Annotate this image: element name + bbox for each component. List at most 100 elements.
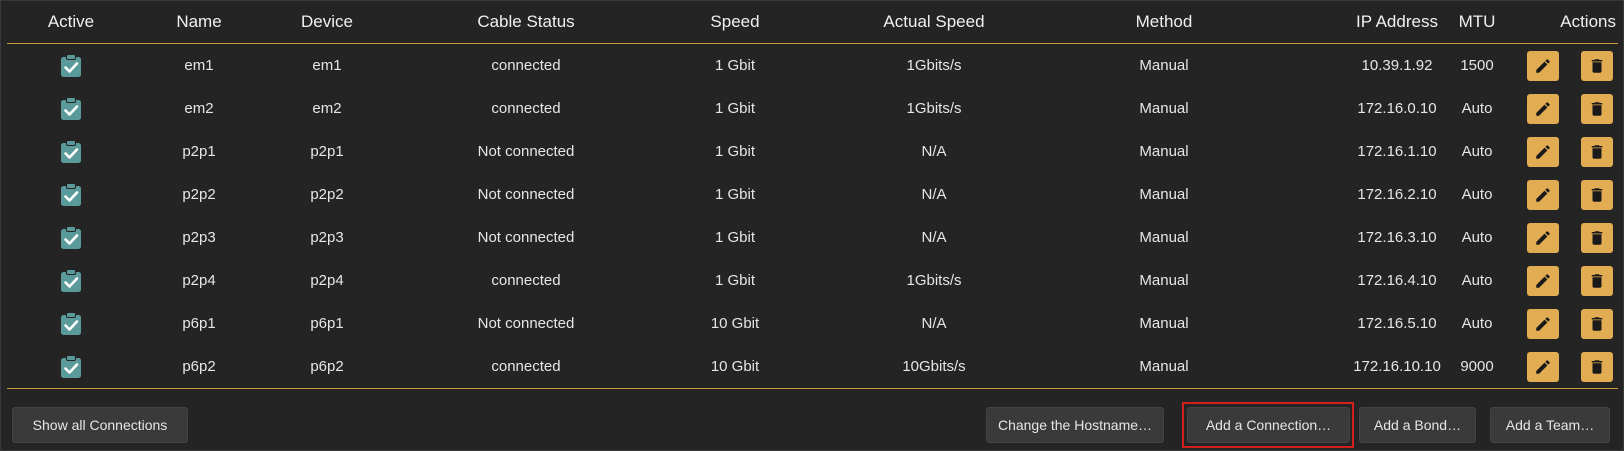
delete-button[interactable] [1581,94,1613,124]
cable-status-cell: Not connected [477,186,575,203]
delete-button[interactable] [1581,51,1613,81]
delete-button[interactable] [1581,180,1613,210]
pencil-icon [1536,145,1550,159]
table-row: p2p1 p2p1 Not connected 1 Gbit N/A Manua… [7,130,1618,173]
speed-cell: 10 Gbit [710,315,760,332]
active-cell [7,130,135,173]
active-cell [7,216,135,259]
device-cell: p6p1 [310,315,344,332]
table-row: p2p3 p2p3 Not connected 1 Gbit N/A Manua… [7,216,1618,259]
device-cell: p2p2 [310,186,344,203]
trash-icon [1591,188,1603,202]
trash-icon [1591,360,1603,374]
cable-status-cell: Not connected [477,143,575,160]
header-actual-speed: Actual Speed [883,12,985,31]
mtu-cell: Auto [1461,143,1493,160]
cable-status-cell: connected [491,100,561,117]
name-cell: p2p4 [182,272,216,289]
table-row: em1 em1 connected 1 Gbit 1Gbits/s Manual… [7,44,1618,87]
mtu-cell: 9000 [1460,358,1494,375]
delete-button[interactable] [1581,352,1613,382]
clipboard-check-icon[interactable] [58,354,84,380]
clipboard-check-icon[interactable] [58,53,84,79]
pencil-icon [1536,102,1550,116]
speed-cell: 1 Gbit [714,57,756,74]
method-cell: Manual [1139,272,1189,289]
delete-button[interactable] [1581,137,1613,167]
device-cell: p2p3 [310,229,344,246]
trash-icon [1591,102,1603,116]
method-cell: Manual [1139,358,1189,375]
edit-button[interactable] [1527,223,1559,253]
clipboard-check-icon[interactable] [58,268,84,294]
method-cell: Manual [1139,57,1189,74]
actual-speed-cell: 1Gbits/s [906,57,962,74]
active-cell [7,173,135,216]
name-cell: p2p2 [182,186,216,203]
delete-button[interactable] [1581,309,1613,339]
table-header: Active Name Device Cable Status Speed Ac… [7,1,1618,44]
header-method: Method [1135,12,1193,31]
add-connection-button[interactable]: Add a Connection… [1187,407,1350,443]
mtu-cell: Auto [1461,229,1493,246]
actual-speed-cell: 10Gbits/s [902,358,966,375]
device-cell: p2p1 [310,143,344,160]
table-row: p6p1 p6p1 Not connected 10 Gbit N/A Manu… [7,302,1618,345]
edit-button[interactable] [1527,352,1559,382]
header-mtu: MTU [1458,12,1496,31]
device-cell: em1 [312,57,342,74]
pencil-icon [1536,188,1550,202]
delete-button[interactable] [1581,223,1613,253]
pencil-icon [1536,274,1550,288]
actual-speed-cell: N/A [921,315,947,332]
edit-button[interactable] [1527,94,1559,124]
clipboard-check-icon[interactable] [58,182,84,208]
active-cell [7,345,135,388]
trash-icon [1591,59,1603,73]
header-name: Name [176,12,222,31]
add-bond-button[interactable]: Add a Bond… [1359,407,1476,443]
speed-cell: 1 Gbit [714,100,756,117]
edit-button[interactable] [1527,266,1559,296]
cable-status-cell: connected [491,358,561,375]
connections-table: Active Name Device Cable Status Speed Ac… [7,1,1618,389]
clipboard-check-icon[interactable] [58,225,84,251]
actual-speed-cell: 1Gbits/s [906,272,962,289]
speed-cell: 1 Gbit [714,143,756,160]
actual-speed-cell: N/A [921,186,947,203]
delete-button[interactable] [1581,266,1613,296]
active-cell [7,302,135,345]
actual-speed-cell: N/A [921,143,947,160]
table-row: p6p2 p6p2 connected 10 Gbit 10Gbits/s Ma… [7,345,1618,388]
active-cell [7,44,135,87]
clipboard-check-icon[interactable] [58,311,84,337]
table-body: em1 em1 connected 1 Gbit 1Gbits/s Manual… [7,44,1618,389]
trash-icon [1591,231,1603,245]
clipboard-check-icon[interactable] [58,139,84,165]
speed-cell: 1 Gbit [714,229,756,246]
pencil-icon [1536,360,1550,374]
header-active: Active [47,12,95,31]
edit-button[interactable] [1527,180,1559,210]
edit-button[interactable] [1527,137,1559,167]
header-speed: Speed [710,12,760,31]
change-hostname-button[interactable]: Change the Hostname… [986,407,1164,443]
header-cable-status: Cable Status [477,12,575,31]
name-cell: p2p3 [182,229,216,246]
add-team-button[interactable]: Add a Team… [1490,407,1610,443]
clipboard-check-icon[interactable] [58,96,84,122]
mtu-cell: Auto [1461,272,1493,289]
speed-cell: 1 Gbit [714,186,756,203]
method-cell: Manual [1139,186,1189,203]
trash-icon [1591,145,1603,159]
method-cell: Manual [1139,229,1189,246]
edit-button[interactable] [1527,51,1559,81]
device-cell: p6p2 [310,358,344,375]
mtu-cell: 1500 [1460,57,1494,74]
name-cell: p6p2 [182,358,216,375]
table-row: p2p2 p2p2 Not connected 1 Gbit N/A Manua… [7,173,1618,216]
name-cell: em2 [184,100,214,117]
cable-status-cell: Not connected [477,229,575,246]
show-all-connections-button[interactable]: Show all Connections [12,407,188,443]
edit-button[interactable] [1527,309,1559,339]
